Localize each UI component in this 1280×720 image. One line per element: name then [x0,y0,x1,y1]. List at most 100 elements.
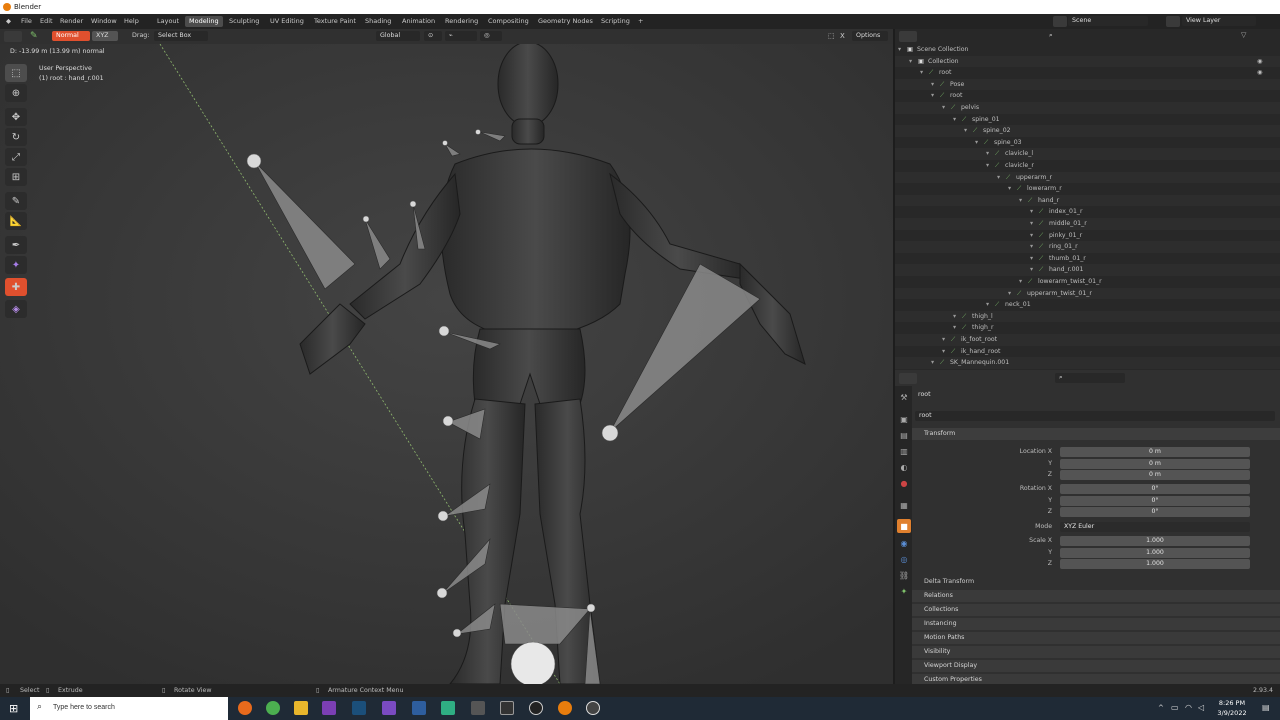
chrome-icon[interactable] [266,701,280,715]
rotation-mode-dropdown[interactable]: XYZ Euler [1060,522,1250,532]
data-tab-icon[interactable]: ✦ [897,584,911,598]
app-icon-2[interactable] [412,701,426,715]
expand-arrow-icon[interactable]: ▾ [964,125,967,137]
custom-properties-panel-header[interactable]: Custom Properties [912,674,1280,684]
outliner-row[interactable]: ▾ ⟋ hand_r [895,194,1280,207]
expand-arrow-icon[interactable]: ▾ [931,357,934,369]
outliner-row[interactable]: ▾ ⟋ pinky_01_r [895,230,1280,242]
delta-transform-subpanel[interactable]: Delta Transform [924,578,974,585]
app-icon-1[interactable] [382,701,396,715]
transform-panel-header[interactable]: Transform [912,428,1280,440]
output-tab-icon[interactable]: ▤ [897,428,911,442]
expand-arrow-icon[interactable]: ▾ [942,102,945,114]
expand-arrow-icon[interactable]: ▾ [920,67,923,79]
properties-search-input[interactable]: ⌕ [1055,373,1125,383]
bone-size-tool-icon[interactable]: ✒ [5,236,27,254]
expand-arrow-icon[interactable]: ▾ [931,79,934,91]
orientation-dropdown[interactable]: Global [376,31,420,41]
transform-tool-icon[interactable]: ⊞ [5,168,27,186]
expand-arrow-icon[interactable]: ▾ [986,148,989,160]
expand-arrow-icon[interactable]: ▾ [975,137,978,149]
expand-arrow-icon[interactable]: ▾ [953,311,956,323]
bone-envelope-tool-icon[interactable]: ✦ [5,256,27,274]
tab-texture-paint[interactable]: Texture Paint [310,16,360,27]
tool-tab-icon[interactable]: ⚒ [897,390,911,404]
menu-edit[interactable]: Edit [40,17,53,25]
expand-arrow-icon[interactable]: ▾ [942,334,945,346]
taskbar-search[interactable]: ⌕ Type here to search [30,697,228,720]
expand-arrow-icon[interactable]: ▾ [1030,206,1033,218]
windows-start-icon[interactable]: ⊞ [9,702,18,715]
tab-geometry-nodes[interactable]: Geometry Nodes [534,16,597,27]
outliner-row[interactable]: ▾ ⟋ ik_foot_root [895,334,1280,346]
object-tab-icon[interactable]: ■ [897,519,911,533]
scale-y-field[interactable]: 1.000 [1060,548,1250,558]
tab-compositing[interactable]: Compositing [484,16,533,27]
bone-name-field[interactable]: root [915,411,1275,421]
outliner-row[interactable]: ▾ ⟋ ring_01_r [895,241,1280,253]
expand-arrow-icon[interactable]: ▾ [1008,183,1011,195]
select-tool-icon[interactable]: ⬚ [5,64,27,82]
location-x-field[interactable]: 0 m [1060,447,1250,457]
tab-modeling[interactable]: Modeling [185,16,223,27]
epic-games-icon[interactable] [500,701,514,715]
motion-paths-panel-header[interactable]: Motion Paths [912,632,1280,644]
menu-render[interactable]: Render [60,17,83,25]
outliner-row[interactable]: ▾ ⟋ clavicle_l [895,148,1280,160]
options-dropdown[interactable]: Options [852,31,888,41]
tab-layout[interactable]: Layout [153,16,183,27]
scale-x-field[interactable]: 1.000 [1060,536,1250,546]
steam-icon[interactable] [352,701,366,715]
expand-arrow-icon[interactable]: ▾ [1019,195,1022,207]
visibility-eye-icon[interactable]: ◉ [1257,56,1262,68]
visibility-panel-header[interactable]: Visibility [912,646,1280,658]
snap-icon[interactable]: ⌁ [445,31,477,41]
outliner-row[interactable]: ▾ ⟋ spine_02 [895,125,1280,137]
outliner-row[interactable]: ▾ ▣ Scene Collection [895,44,1280,56]
expand-arrow-icon[interactable]: ▾ [986,299,989,311]
scene-tab-icon[interactable]: ◐ [897,460,911,474]
outliner-row[interactable]: ▾ ⟋ root ◉ [895,67,1280,79]
x-mirror-icon[interactable]: X [840,32,845,40]
view-layer-selector[interactable]: View Layer [1182,16,1256,26]
location-y-field[interactable]: 0 m [1060,459,1250,469]
expand-arrow-icon[interactable]: ▾ [1030,218,1033,230]
outliner-row[interactable]: ▾ ⟋ thigh_l [895,310,1280,323]
outliner-row[interactable]: ▾ ⟋ lowerarm_r [895,183,1280,195]
tab-animation[interactable]: Animation [398,16,439,27]
viewport-display-panel-header[interactable]: Viewport Display [912,660,1280,672]
outliner-row[interactable]: ▾ ⟋ clavicle_r [895,160,1280,172]
menu-file[interactable]: File [21,17,32,25]
pose-mode-icon[interactable]: ✎ [30,31,38,41]
tab-rendering[interactable]: Rendering [441,16,482,27]
editor-type-icon[interactable] [4,31,22,42]
outliner-row[interactable]: ▾ ⟋ Pose [895,78,1280,91]
outliner-row[interactable]: ▾ ⟋ middle_01_r [895,218,1280,230]
outliner-row[interactable]: ▾ ⟋ thigh_r [895,322,1280,334]
outliner-row[interactable]: ▾ ⟋ pelvis [895,102,1280,114]
outliner-row[interactable]: ▾ ⟋ root [895,90,1280,102]
scene-selector[interactable]: Scene [1068,16,1148,26]
expand-arrow-icon[interactable]: ▾ [1008,288,1011,300]
3d-viewport[interactable]: D: -13.99 m (13.99 m) normal User Perspe… [0,44,893,684]
expand-arrow-icon[interactable]: ▾ [953,322,956,334]
tab-uv-editing[interactable]: UV Editing [266,16,308,27]
expand-arrow-icon[interactable]: ▾ [953,114,956,126]
outliner-row[interactable]: ▾ ⟋ hand_r.001 [895,264,1280,276]
expand-arrow-icon[interactable]: ▾ [909,56,912,68]
outliner-row[interactable]: ▾ ⟋ SK_Mannequin.001 [895,357,1280,369]
tray-wifi-icon[interactable]: ◠ [1185,703,1192,712]
expand-arrow-icon[interactable]: ▾ [997,172,1000,184]
scale-z-field[interactable]: 1.000 [1060,559,1250,569]
view-layer-icon[interactable] [1166,16,1180,27]
modifier-tab-icon[interactable]: ◉ [897,536,911,550]
cursor-tool-icon[interactable]: ⊕ [5,84,27,102]
outliner-search-input[interactable]: ⌕ [1045,31,1115,41]
expand-arrow-icon[interactable]: ▾ [1030,241,1033,253]
file-explorer-icon[interactable] [294,701,308,715]
firefox-icon[interactable] [238,701,252,715]
taskbar-date[interactable]: 3/9/2022 [1214,709,1250,717]
tab-shading[interactable]: Shading [361,16,395,27]
select-box-dropdown[interactable]: Select Box [154,31,208,41]
taskbar-time[interactable]: 8:26 PM [1216,699,1248,707]
